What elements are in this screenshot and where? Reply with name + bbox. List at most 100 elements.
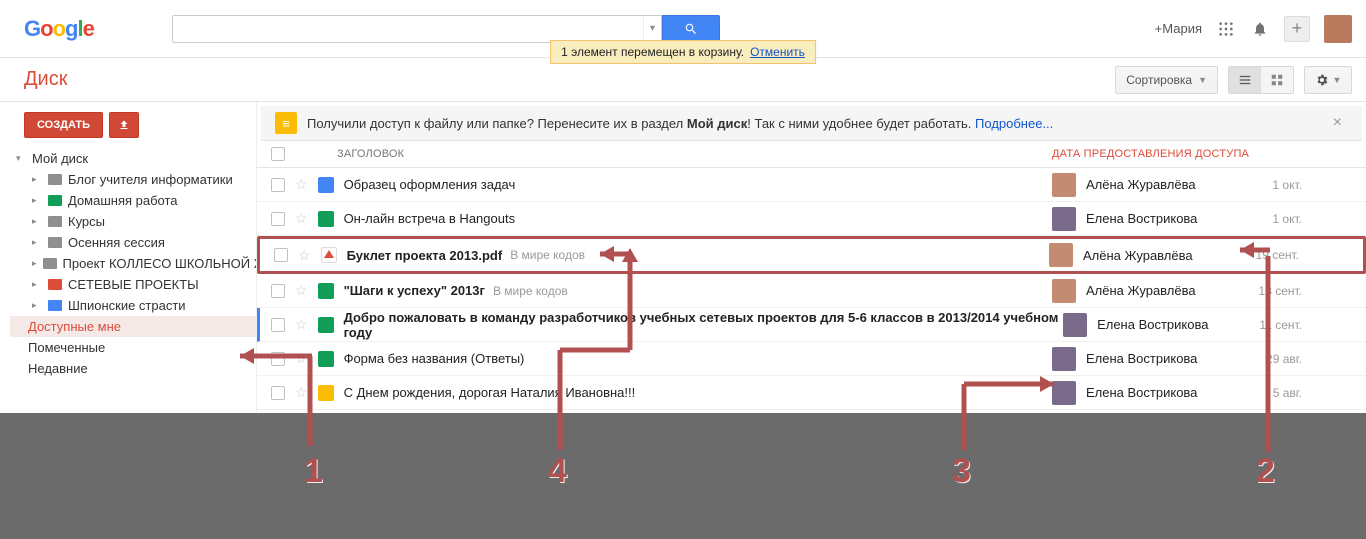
owner-name: Елена Вострикова: [1097, 317, 1208, 332]
nav-my-drive[interactable]: ▾ Мой диск: [10, 148, 256, 169]
file-row[interactable]: ☆ Добро пожаловать в команду разработчико…: [257, 308, 1366, 342]
file-row[interactable]: ☆Он-лайн встреча в HangoutsЕлена Вострик…: [257, 202, 1366, 236]
arrow-4: [540, 240, 660, 460]
expand-icon: ▸: [32, 300, 42, 311]
expand-icon: ▸: [32, 216, 42, 227]
sidebar-folder[interactable]: ▸Осенняя сессия: [10, 232, 256, 253]
sort-button[interactable]: Сортировка ▼: [1115, 66, 1218, 94]
expand-icon: ▸: [32, 258, 37, 269]
file-row[interactable]: ☆"Шаги к успеху" 2013гВ мире кодовАлёна …: [257, 274, 1366, 308]
search-button[interactable]: [662, 15, 720, 43]
folder-icon: [48, 279, 62, 290]
caret-down-icon: ▼: [1333, 75, 1342, 85]
search-icon: [684, 22, 698, 36]
undo-toast: 1 элемент перемещен в корзину. Отменить: [550, 40, 816, 64]
row-checkbox[interactable]: [271, 284, 285, 298]
file-row[interactable]: ☆Буклет проекта 2013.pdfВ мире кодовАлён…: [257, 236, 1366, 274]
row-checkbox[interactable]: [271, 318, 285, 332]
folder-label: Блог учителя информатики: [68, 172, 233, 187]
toast-text: 1 элемент перемещен в корзину.: [561, 45, 744, 59]
file-row[interactable]: ☆С Днем рождения, дорогая Наталия Иванов…: [257, 376, 1366, 410]
expand-icon: ▸: [32, 279, 42, 290]
file-row[interactable]: ☆Форма без названия (Ответы)Елена Востри…: [257, 342, 1366, 376]
callout-1: 1: [304, 452, 323, 491]
view-toggle-group: [1228, 66, 1294, 94]
owner-avatar: [1052, 347, 1076, 371]
upload-button[interactable]: [109, 112, 139, 138]
search-input[interactable]: [173, 21, 643, 36]
doc-hint-icon: ≡: [275, 112, 297, 134]
sidebar-folder[interactable]: ▸Блог учителя информатики: [10, 169, 256, 190]
file-title: Добро пожаловать в команду разработчиков…: [344, 310, 1064, 340]
sidebar-folder[interactable]: ▸СЕТЕВЫЕ ПРОЕКТЫ: [10, 274, 256, 295]
callout-3: 3: [952, 452, 971, 491]
sidebar-folder[interactable]: ▸Шпионские страсти: [10, 295, 256, 316]
list-view-button[interactable]: [1229, 67, 1261, 93]
search-box: ▾: [172, 15, 662, 43]
drive-brand[interactable]: Диск: [24, 68, 67, 91]
search-dropdown-toggle[interactable]: ▾: [643, 16, 661, 42]
star-icon[interactable]: ☆: [295, 316, 308, 333]
create-button[interactable]: СОЗДАТЬ: [24, 112, 103, 138]
learn-more-link[interactable]: Подробнее...: [975, 116, 1053, 131]
callout-2: 2: [1256, 452, 1275, 491]
grid-view-button[interactable]: [1261, 67, 1293, 93]
nav-shared-with-me[interactable]: Доступные мне: [10, 316, 256, 337]
close-banner-button[interactable]: ×: [1327, 114, 1348, 132]
bell-icon[interactable]: [1250, 19, 1270, 39]
nav-label: Мой диск: [32, 151, 88, 166]
folder-label: Домашняя работа: [68, 193, 178, 208]
row-checkbox[interactable]: [274, 248, 288, 262]
sub-header-right: Сортировка ▼ ▼: [1115, 66, 1352, 94]
folder-icon: [48, 300, 62, 311]
file-title: Буклет проекта 2013.pdf: [347, 248, 503, 263]
sidebar-folder[interactable]: ▸ Домашняя работа: [10, 190, 256, 211]
arrow-3: [950, 370, 1080, 460]
sidebar-folder[interactable]: ▸Проект КОЛЛЕСО ШКОЛЬНОЙ ЖИЗНИ: [10, 253, 256, 274]
file-title: Форма без названия (Ответы): [344, 351, 525, 366]
annotation-overlay: [0, 413, 1366, 539]
user-plus-label[interactable]: +Мария: [1155, 21, 1202, 36]
row-checkbox[interactable]: [271, 178, 285, 192]
grid-icon: [1270, 73, 1284, 87]
apps-icon[interactable]: [1216, 19, 1236, 39]
create-row: СОЗДАТЬ: [10, 112, 256, 148]
info-banner: ≡ Получили доступ к файлу или папке? Пер…: [261, 106, 1362, 141]
folder-icon: [48, 216, 62, 227]
file-row[interactable]: ☆Образец оформления задачАлёна Журавлёва…: [257, 168, 1366, 202]
star-icon[interactable]: ☆: [295, 282, 308, 299]
user-avatar[interactable]: [1324, 15, 1352, 43]
expand-icon: ▸: [32, 237, 42, 248]
sub-header: Диск Сортировка ▼ ▼: [0, 58, 1366, 102]
owner-name: Елена Вострикова: [1086, 351, 1197, 366]
file-title: "Шаги к успеху" 2013г: [344, 283, 485, 298]
callout-4: 4: [548, 452, 567, 491]
google-logo[interactable]: Google: [24, 13, 116, 45]
star-icon[interactable]: ☆: [295, 210, 308, 227]
folder-icon: [48, 237, 62, 248]
expand-icon: ▸: [32, 195, 42, 206]
header-right: +Мария +: [1155, 15, 1352, 43]
sidebar-folder[interactable]: ▸Курсы: [10, 211, 256, 232]
caret-down-icon: ▼: [1198, 75, 1207, 85]
owner-avatar: [1052, 279, 1076, 303]
star-icon[interactable]: ☆: [298, 247, 311, 264]
row-right: Елена Вострикова11 сент.: [1063, 313, 1352, 337]
collapse-icon: ▾: [16, 153, 26, 164]
row-right: Елена Вострикова5 авг.: [1052, 381, 1352, 405]
column-title[interactable]: ЗАГОЛОВОК: [337, 148, 404, 160]
star-icon[interactable]: ☆: [295, 176, 308, 193]
row-right: Алёна Журавлёва19 сент.: [1049, 243, 1349, 267]
column-date[interactable]: ДАТА ПРЕДОСТАВЛЕНИЯ ДОСТУПА: [1052, 148, 1352, 160]
row-checkbox[interactable]: [271, 212, 285, 226]
folder-icon: [43, 258, 57, 269]
select-all-checkbox[interactable]: [271, 147, 285, 161]
search-wrapper: ▾: [172, 15, 720, 43]
file-title: Образец оформления задач: [344, 177, 516, 192]
settings-button[interactable]: ▼: [1304, 66, 1352, 94]
info-text: Получили доступ к файлу или папке? Перен…: [307, 116, 1053, 131]
share-plus-button[interactable]: +: [1284, 16, 1310, 42]
undo-link[interactable]: Отменить: [750, 45, 805, 59]
folder-icon: [48, 174, 62, 185]
folder-icon: [48, 195, 62, 206]
